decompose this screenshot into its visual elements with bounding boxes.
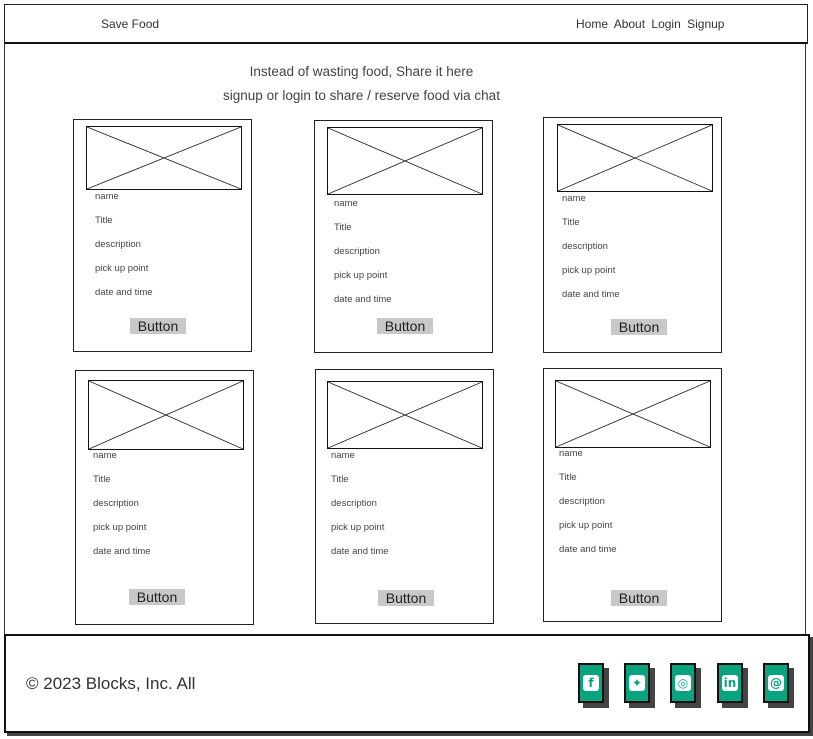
card-date-time: date and time [331, 546, 389, 557]
card-button[interactable]: Button [611, 319, 667, 335]
hero-subtitle: signup or login to share / reserve food … [223, 88, 500, 103]
hero-headline: Instead of wasting food, Share it here [249, 64, 474, 79]
card-title: Title [95, 215, 113, 226]
card-description: description [331, 498, 377, 509]
card-button[interactable]: Button [377, 318, 433, 334]
nav-about-link[interactable]: About [614, 17, 645, 31]
food-card: name Title description pick up point dat… [75, 370, 254, 625]
card-button[interactable]: Button [130, 318, 186, 334]
card-pickup-point: pick up point [95, 263, 149, 274]
card-name: name [93, 450, 117, 461]
brand-logo[interactable]: Save Food [101, 17, 159, 31]
copyright-text: © 2023 Blocks, Inc. All [26, 674, 196, 693]
food-card: name Title description pick up point dat… [543, 117, 722, 353]
card-button[interactable]: Button [611, 590, 667, 606]
nav-login-link[interactable]: Login [651, 17, 680, 31]
nav-links: Home About Login Signup [576, 17, 727, 31]
card-pickup-point: pick up point [93, 522, 147, 533]
card-title: Title [334, 222, 352, 233]
card-title: Title [559, 472, 577, 483]
food-card: name Title description pick up point dat… [73, 119, 252, 352]
facebook-icon[interactable]: f [578, 663, 604, 703]
card-date-time: date and time [93, 546, 151, 557]
twitter-icon[interactable]: ✦ [624, 663, 650, 703]
card-description: description [93, 498, 139, 509]
card-pickup-point: pick up point [331, 522, 385, 533]
card-title: Title [93, 474, 111, 485]
food-image-placeholder [327, 381, 483, 449]
card-date-time: date and time [334, 294, 392, 305]
threads-icon[interactable]: @ [763, 663, 789, 703]
nav-home-link[interactable]: Home [576, 17, 608, 31]
card-pickup-point: pick up point [559, 520, 613, 531]
food-image-placeholder [86, 126, 242, 190]
instagram-icon[interactable]: ◎ [670, 663, 696, 703]
food-card: name Title description pick up point dat… [543, 368, 722, 622]
card-name: name [562, 193, 586, 204]
card-date-time: date and time [559, 544, 617, 555]
card-description: description [559, 496, 605, 507]
card-name: name [559, 448, 583, 459]
card-description: description [95, 239, 141, 250]
card-pickup-point: pick up point [334, 270, 388, 281]
card-date-time: date and time [562, 289, 620, 300]
card-title: Title [331, 474, 349, 485]
food-card: name Title description pick up point dat… [315, 369, 494, 624]
card-button[interactable]: Button [129, 589, 185, 605]
nav-signup-link[interactable]: Signup [687, 17, 724, 31]
card-title: Title [562, 217, 580, 228]
food-image-placeholder [327, 127, 483, 195]
card-button[interactable]: Button [378, 590, 434, 606]
card-pickup-point: pick up point [562, 265, 616, 276]
card-date-time: date and time [95, 287, 153, 298]
food-card: name Title description pick up point dat… [314, 120, 493, 353]
navbar: Save Food Home About Login Signup [4, 4, 808, 44]
footer: © 2023 Blocks, Inc. All f ✦ ◎ in @ [4, 634, 810, 733]
card-description: description [334, 246, 380, 257]
food-image-placeholder [557, 124, 713, 192]
card-name: name [95, 191, 119, 202]
card-name: name [334, 198, 358, 209]
card-name: name [331, 450, 355, 461]
food-image-placeholder [88, 380, 244, 450]
food-image-placeholder [555, 380, 711, 448]
card-description: description [562, 241, 608, 252]
linkedin-icon[interactable]: in [717, 663, 743, 703]
